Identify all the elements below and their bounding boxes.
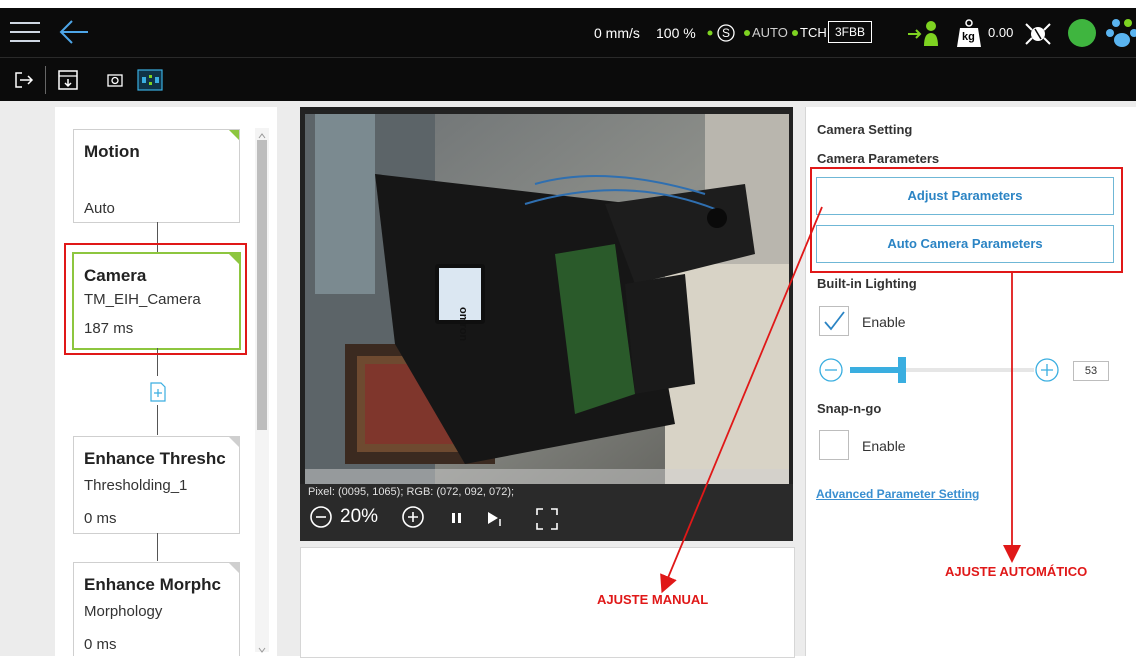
auto-adjust-annotation: AJUSTE AUTOMÁTICO	[945, 564, 1088, 579]
manual-adjust-annotation: AJUSTE MANUAL	[597, 592, 709, 607]
annotation-arrows	[660, 206, 1021, 594]
manual-arrow	[660, 206, 823, 594]
